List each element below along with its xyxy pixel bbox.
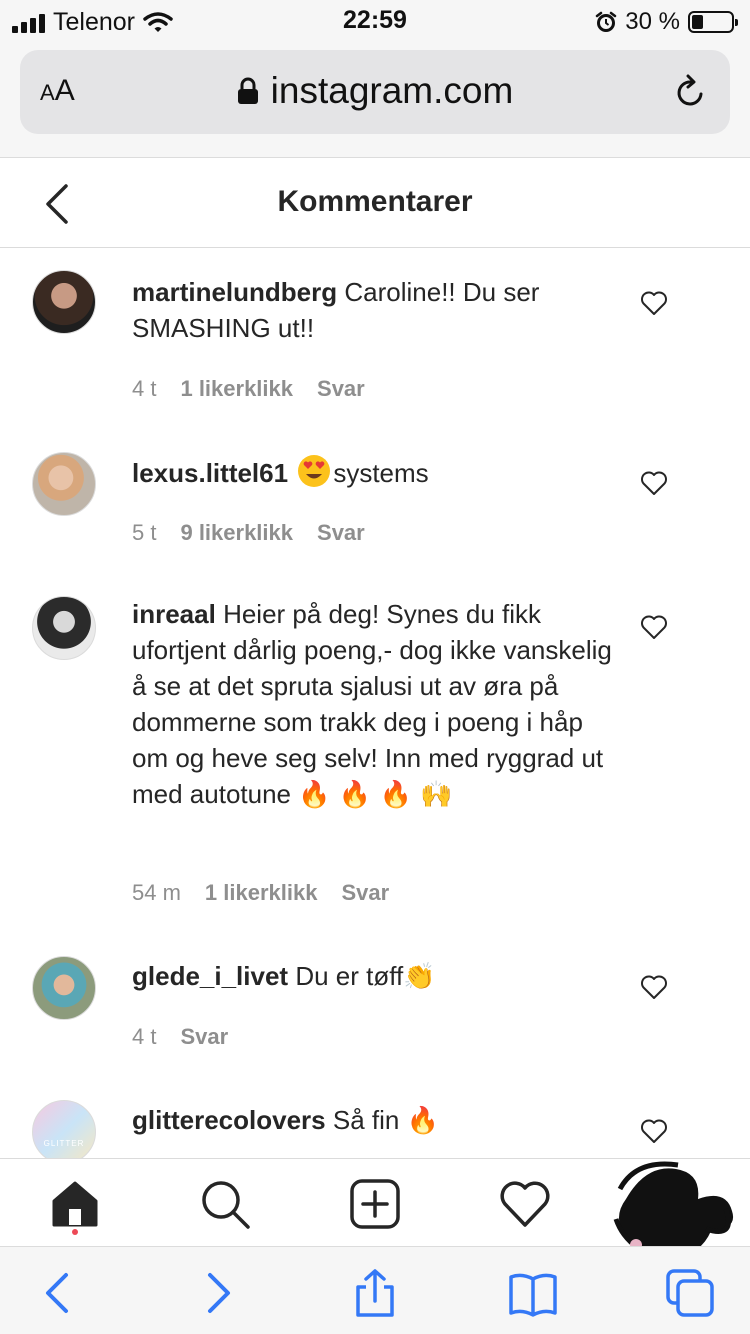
comment-meta: 4 t Svar [132,1024,228,1050]
comment-likes[interactable]: 1 likerklikk [180,376,293,402]
comment-time: 5 t [132,520,157,545]
fire-emoji: 🔥 [406,1106,439,1136]
tabs-icon[interactable] [666,1269,716,1317]
like-heart-icon[interactable] [640,974,668,1000]
url-display[interactable]: instagram.com [20,70,730,112]
avatar[interactable] [32,596,96,660]
comment-text: glitterecolovers Så fin 🔥 [132,1102,622,1139]
comment-message: Så fin [332,1105,400,1135]
url-text: instagram.com [270,70,514,111]
forward-arrow-icon[interactable] [192,1269,242,1317]
new-post-icon[interactable] [348,1177,402,1231]
battery-percent: 30 % [625,8,680,35]
like-heart-icon[interactable] [640,470,668,496]
comment-time: 4 t [132,1024,157,1049]
home-icon[interactable] [48,1177,102,1231]
comment-time: 54 m [132,880,181,905]
comment-text: glede_i_livet Du er tøff👏 [132,958,622,995]
comment-time: 4 t [132,376,157,401]
status-right: 30 % [595,8,738,36]
reply-button[interactable]: Svar [180,1024,228,1050]
reply-button[interactable]: Svar [317,520,365,546]
address-bar[interactable]: AA instagram.com [20,50,730,134]
alarm-icon [596,11,617,32]
activity-heart-icon[interactable] [498,1177,552,1231]
comments-header: Kommentarer [0,158,750,248]
comment-username[interactable]: martinelundberg [132,277,337,307]
fire-hands-emoji: 🔥 🔥 🔥 🙌 [298,780,453,810]
bookmarks-icon[interactable] [508,1269,558,1317]
heart-eyes-emoji-icon [298,455,331,487]
status-bar: Telenor 22:59 30 % [0,0,750,42]
like-heart-icon[interactable] [640,1118,668,1144]
like-heart-icon[interactable] [640,290,668,316]
comment-username[interactable]: glitterecolovers [132,1105,326,1135]
comment-text: lexus.littel61 systems [132,454,622,491]
comment-text: inreaal Heier på deg! Synes du fikk ufor… [132,596,622,813]
notification-dot [72,1229,78,1235]
comment-username[interactable]: inreaal [132,599,216,629]
reply-button[interactable]: Svar [341,880,389,906]
avatar[interactable] [32,956,96,1020]
safari-toolbar [0,1246,750,1334]
search-icon[interactable] [198,1177,252,1231]
comment-likes[interactable]: 9 likerklikk [180,520,293,546]
comment-likes[interactable]: 1 likerklikk [205,880,318,906]
clapping-emoji: 👏 [403,962,436,992]
comment-message: systems [333,458,429,488]
comment-message: Du er tøff [295,961,404,991]
like-heart-icon[interactable] [640,614,668,640]
page-title: Kommentarer [277,185,473,218]
instagram-bottom-nav [0,1158,750,1264]
comment-meta: 54 m 1 likerklikk Svar [132,880,389,906]
share-icon[interactable] [350,1269,400,1317]
comment-item: GLITTER glitterecolovers Så fin 🔥 [0,1100,750,1158]
battery-icon [688,11,738,33]
comment-username[interactable]: glede_i_livet [132,961,288,991]
browser-top-bar: AA instagram.com [0,42,750,158]
comment-username[interactable]: lexus.littel61 [132,458,288,488]
back-arrow-icon[interactable] [34,1269,84,1317]
lock-icon [237,77,258,104]
avatar[interactable] [32,452,96,516]
reply-button[interactable]: Svar [317,376,365,402]
comment-text: martinelundberg Caroline!! Du ser SMASHI… [132,274,622,346]
avatar[interactable]: GLITTER [32,1100,96,1158]
avatar[interactable] [32,270,96,334]
comment-meta: 4 t 1 likerklikk Svar [132,376,365,402]
battery-level [692,15,704,29]
reload-icon[interactable] [674,74,708,110]
comment-meta: 5 t 9 likerklikk Svar [132,520,365,546]
avatar-logo-text: GLITTER [43,1138,85,1148]
